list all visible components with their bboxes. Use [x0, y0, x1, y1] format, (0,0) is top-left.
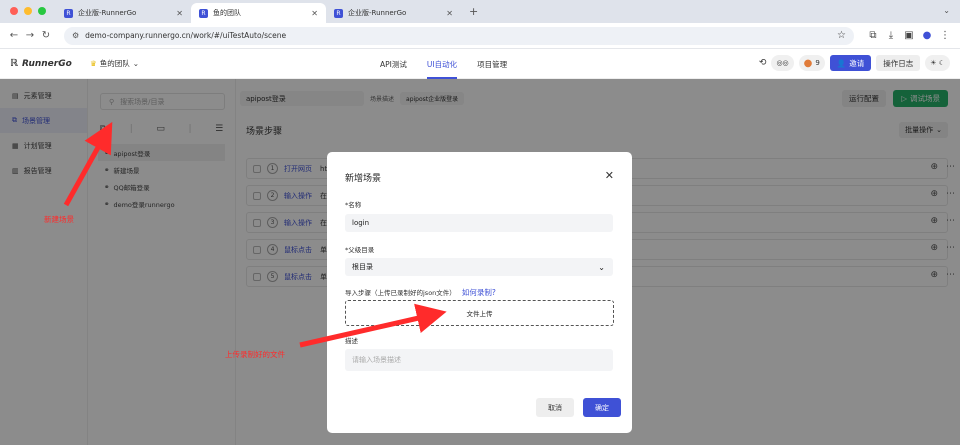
add-user-icon: 👤 — [836, 58, 847, 68]
close-tab-icon[interactable]: ✕ — [311, 9, 318, 18]
new-tab-icon[interactable]: + — [461, 5, 486, 23]
app-header: ℝ RunnerGo ♛ 鱼的团队 ⌄ API测试 UI自动化 项目管理 ⟲ ◎… — [0, 49, 960, 79]
nav-api-test[interactable]: API测试 — [380, 59, 407, 70]
team-name: 鱼的团队 — [99, 59, 130, 68]
top-nav: API测试 UI自动化 项目管理 — [380, 49, 507, 79]
tab-title: 企业版-RunnerGo — [348, 9, 407, 17]
description-label: 描述 — [345, 337, 358, 345]
sidepanel-icon[interactable]: ▣ — [900, 30, 918, 41]
confirm-button[interactable]: 确定 — [583, 398, 621, 417]
logo-text: RunnerGo — [22, 58, 72, 69]
scene-name-field[interactable]: login — [345, 214, 613, 232]
parent-dir-value: 根目录 — [352, 263, 373, 271]
annotation-upload-file: 上传录制好的文件 — [225, 350, 285, 359]
close-tab-icon[interactable]: ✕ — [176, 9, 183, 18]
dialog-footer: 取消 确定 — [327, 398, 632, 417]
close-tab-icon[interactable]: ✕ — [446, 9, 453, 18]
download-icon[interactable]: ⤓ — [882, 30, 900, 41]
browser-tab-3[interactable]: R 企业版-RunnerGo ✕ — [326, 3, 461, 23]
zoom-window-button[interactable] — [38, 7, 46, 15]
annotation-new-scene: 新建场景 — [44, 215, 74, 224]
forward-icon[interactable]: → — [22, 30, 38, 41]
dialog-title: 新增场景 — [345, 174, 382, 184]
chevron-down-icon: ⌄ — [598, 262, 605, 272]
team-selector[interactable]: ♛ 鱼的团队 ⌄ — [90, 58, 139, 69]
extensions-icon[interactable]: ⧉ — [864, 30, 882, 41]
browser-tab-1[interactable]: R 企业版-RunnerGo ✕ — [56, 3, 191, 23]
import-steps-label: 导入步骤（上传已录制好的json文件） 如何录制? — [345, 287, 496, 298]
runnergo-favicon-icon: R — [199, 8, 208, 18]
site-settings-icon[interactable]: ⚙ — [72, 31, 79, 40]
nav-project-mgmt[interactable]: 项目管理 — [477, 59, 507, 70]
browser-menu-icon[interactable]: ⋮ — [936, 30, 954, 41]
browser-toolbar: ← → ↻ ⚙ demo-company.runnergo.cn/work/#/… — [0, 23, 960, 49]
cancel-button[interactable]: 取消 — [536, 398, 574, 417]
tab-title: 鱼的团队 — [213, 9, 241, 17]
runnergo-favicon-icon: R — [334, 8, 343, 18]
nav-ui-auto[interactable]: UI自动化 — [426, 50, 458, 79]
invite-button[interactable]: 👤 邀请 — [829, 55, 872, 71]
import-steps-text: 导入步骤（上传已录制好的json文件） — [345, 289, 456, 297]
runnergo-logo-icon: ℝ — [10, 58, 19, 69]
profile-icon[interactable]: ● — [918, 30, 936, 41]
invite-label: 邀请 — [849, 58, 865, 68]
theme-toggle[interactable]: ☀ ☾ — [925, 55, 950, 71]
tab-title: 企业版-RunnerGo — [78, 9, 137, 17]
header-actions: ⟲ ◎◎ ● 9 👤 邀请 操作日志 ☀ ☾ — [759, 55, 950, 71]
name-label: *名称 — [345, 201, 362, 209]
address-bar[interactable]: ⚙ demo-company.runnergo.cn/work/#/uiTest… — [64, 26, 854, 45]
member-count-text: 9 — [815, 59, 820, 67]
how-to-record-link[interactable]: 如何录制? — [462, 288, 496, 297]
close-window-button[interactable] — [10, 7, 18, 15]
window-controls — [0, 7, 56, 23]
file-upload-button[interactable]: 文件上传 — [345, 300, 614, 326]
app-logo: ℝ RunnerGo — [0, 58, 90, 69]
description-field[interactable]: 请输入场景描述 — [345, 349, 613, 371]
close-icon[interactable]: ✕ — [605, 169, 614, 182]
browser-tab-2[interactable]: R 鱼的团队 ✕ — [191, 3, 326, 23]
parent-dir-select[interactable]: 根目录 ⌄ — [345, 258, 613, 276]
minimize-window-button[interactable] — [24, 7, 32, 15]
url-text: demo-company.runnergo.cn/work/#/uiTestAu… — [85, 31, 287, 40]
reload-icon[interactable]: ↻ — [38, 30, 54, 41]
chevron-down-icon: ⌄ — [132, 59, 140, 68]
member-count[interactable]: ● 9 — [798, 55, 825, 71]
avatar-group[interactable]: ◎◎ — [771, 55, 794, 71]
runnergo-favicon-icon: R — [64, 8, 73, 18]
parent-dir-label: *父级目录 — [345, 246, 375, 254]
user-avatar-icon: ● — [803, 57, 813, 69]
new-scene-dialog: 新增场景 ✕ *名称 login *父级目录 根目录 ⌄ 导入步骤（上传已录制好… — [327, 152, 632, 433]
tab-menu-chevron-icon[interactable]: ⌄ — [943, 6, 950, 15]
crown-icon: ♛ — [90, 59, 97, 68]
back-icon[interactable]: ← — [6, 30, 22, 41]
sync-icon[interactable]: ⟲ — [759, 58, 767, 68]
bookmark-star-icon[interactable]: ☆ — [837, 30, 846, 41]
browser-tabbar: R 企业版-RunnerGo ✕ R 鱼的团队 ✕ R 企业版-RunnerGo… — [0, 0, 960, 23]
operation-log-button[interactable]: 操作日志 — [876, 55, 921, 71]
